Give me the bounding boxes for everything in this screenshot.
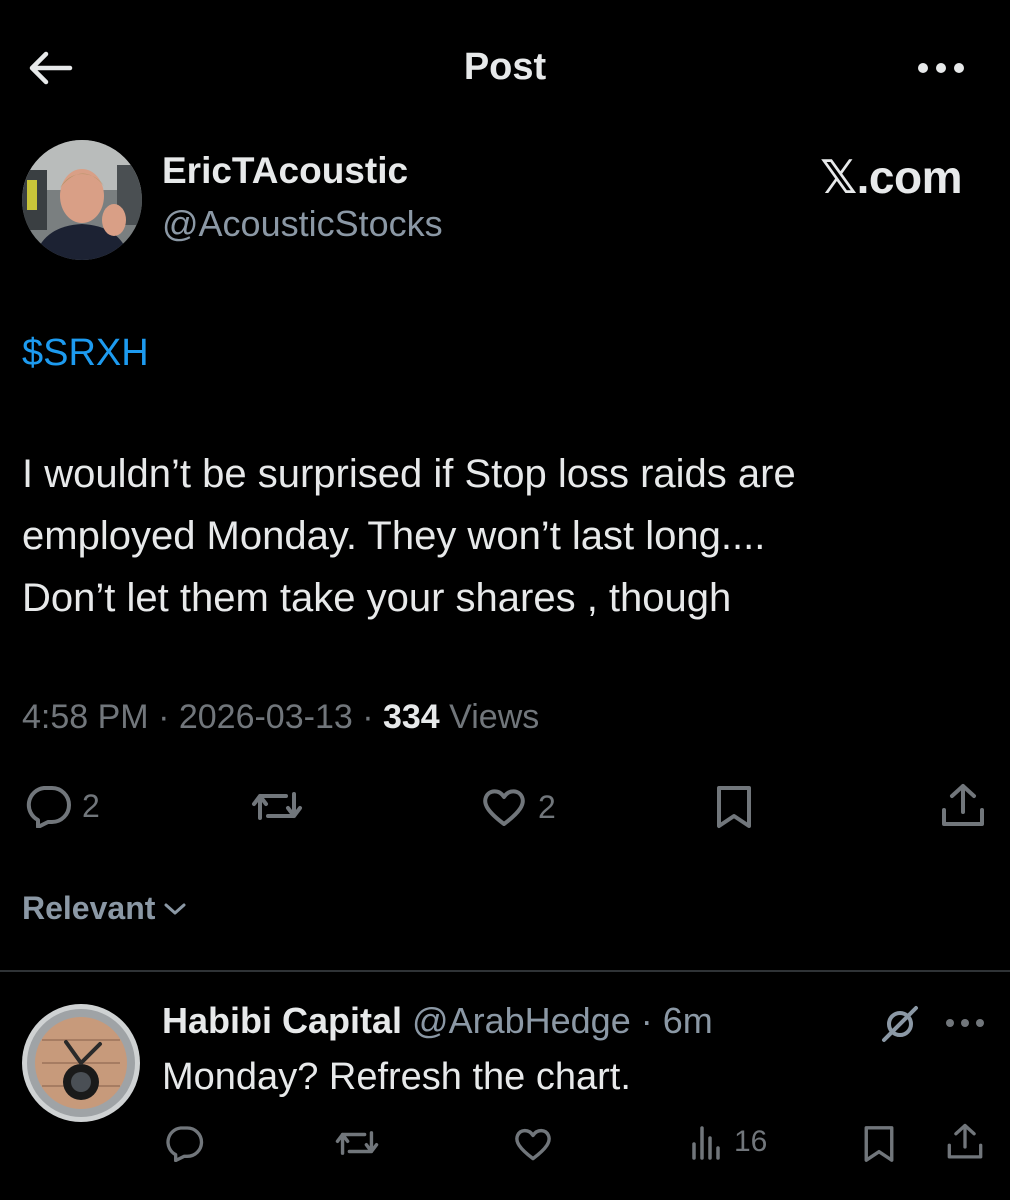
more-options-button[interactable] [916,58,966,78]
reply-view-count: 16 [734,1125,768,1158]
reply-author-name[interactable]: Habibi Capital [162,1000,402,1041]
reply-age[interactable]: 6m [663,1000,713,1041]
like-button[interactable]: 2 [480,786,556,828]
cashtag-link[interactable]: $SRXH [22,332,149,375]
reply-avatar[interactable] [22,1004,140,1122]
reply-like-button[interactable] [512,1126,554,1162]
brand-watermark: 𝕏.com [820,151,962,203]
more-horizontal-icon [918,63,964,73]
like-count: 2 [538,788,556,825]
author-handle[interactable]: @AcousticStocks [162,203,443,245]
post-meta: 4:58 PM · 2026-03-13 · 334 Views [22,698,540,736]
reply-count: 2 [82,787,100,824]
divider [0,970,1010,972]
chevron-down-icon [164,903,186,914]
repost-icon [335,1131,379,1155]
views-count: 334 [382,698,440,736]
reply-more-button[interactable] [944,1016,986,1030]
post-text-line: I wouldn’t be surprised if Stop loss rai… [22,452,796,496]
post-date[interactable]: 2026-03-13 [179,698,353,736]
reply-header: Habibi Capital @ArabHedge · 6m [162,1000,713,1041]
heart-icon [515,1128,551,1161]
post-time[interactable]: 4:58 PM [22,698,149,736]
reply-author-handle[interactable]: @ArabHedge [412,1000,631,1041]
speech-bubble-icon [166,1126,204,1162]
share-icon [942,784,984,826]
page-title: Post [463,46,547,88]
sort-label: Relevant [22,890,156,926]
repost-button[interactable] [250,786,304,826]
repost-icon [252,792,302,820]
bookmark-button[interactable] [714,784,754,830]
heart-icon [483,789,525,826]
reply-bookmark-button[interactable] [862,1124,896,1164]
bookmark-icon [717,786,751,828]
author-avatar[interactable] [22,140,142,260]
more-horizontal-icon [946,1019,984,1027]
share-icon [947,1123,983,1159]
share-button[interactable] [940,782,986,830]
post-text-line: Don’t let them take your shares , though [22,576,732,620]
grok-icon [882,1006,918,1042]
speech-bubble-icon [26,786,71,828]
reply-reply-button[interactable] [164,1124,204,1162]
bookmark-icon [864,1126,894,1162]
reply-button[interactable]: 2 [24,784,100,828]
reply-views-button[interactable]: 16 [690,1124,767,1160]
reply-repost-button[interactable] [334,1126,380,1160]
reply-text: Monday? Refresh the chart. [162,1056,631,1098]
sort-dropdown[interactable]: Relevant [22,890,187,927]
bar-chart-icon [692,1126,720,1160]
post-text-line: employed Monday. They won’t last long...… [22,514,766,558]
grok-button[interactable] [880,1004,920,1044]
reply-share-button[interactable] [946,1122,984,1162]
views-label: Views [449,698,540,736]
author-name[interactable]: EricTAcoustic [162,150,408,192]
